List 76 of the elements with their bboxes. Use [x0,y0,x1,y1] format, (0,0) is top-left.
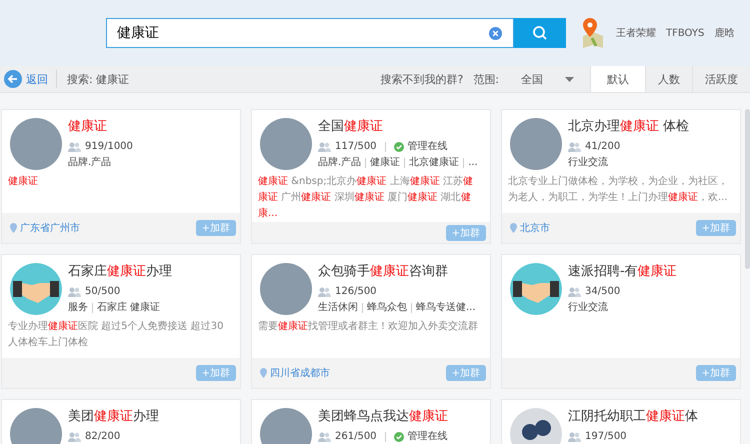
admin-online-label: 管理在线 [408,430,448,444]
group-description: 专业办理健康证医院 超过5个人免费接送 超过30人体检车上门体检 [7,320,224,350]
member-count: 50/500 [85,285,120,299]
members-icon [568,432,581,442]
group-tag: 行业交流 [568,300,608,316]
member-count: 34/500 [585,285,620,299]
member-count: 117/500 [335,140,377,154]
group-title[interactable]: 北京办理健康证 体检 [568,118,690,136]
group-tag: 蜂鸟众包 [367,300,407,316]
admin-online-label: 管理在线 [408,140,448,154]
location-pin-icon [10,223,17,233]
clear-icon[interactable] [489,27,502,40]
group-tag: 北京健康证 [409,155,460,171]
group-description: 北京专业上门做体检，为学校，为企业，为社区，为老人，为职工，为学生！上门办理健康证，欢... [507,174,729,205]
location-pin-icon [510,223,517,233]
hot-search-link[interactable]: 鹿晗 [714,26,734,40]
group-title[interactable]: 健康证 [68,118,133,136]
sort-tab[interactable]: 人数 [645,66,692,92]
handshake-icon [510,263,562,315]
scope-label: 范围: [473,72,499,86]
group-tag: 行业交流 [568,155,608,171]
group-tag: 健康证 [370,155,400,171]
group-tag: ... [468,155,478,171]
sort-tab[interactable]: 活跃度 [692,66,750,92]
member-count: 41/200 [585,140,620,154]
search-query-label: 搜索: 健康证 [67,72,130,86]
group-title[interactable]: 众包骑手健康证咨询群 [318,263,476,281]
map-pin-icon[interactable] [580,16,606,50]
search-button[interactable] [514,18,566,48]
location-pin-icon [260,368,267,378]
member-count: 82/200 [85,430,120,444]
members-icon [68,432,81,442]
avatar-photo-placeholder [260,263,312,315]
hot-search-link[interactable]: TFBOYS [666,28,704,38]
location-link[interactable]: 北京市 [510,221,550,235]
members-icon [568,142,581,152]
group-tag: 品牌.产品 [318,155,362,171]
sort-tab[interactable]: 默认 [590,66,645,92]
members-icon [318,142,331,152]
hot-search-link[interactable]: 王者荣耀 [616,26,656,40]
group-title[interactable]: 石家庄健康证办理 [68,263,172,281]
avatar-photo-placeholder [510,118,562,170]
scrollbar[interactable] [745,109,750,269]
group-tag: 蜂鸟专送健... [416,300,476,316]
group-title[interactable]: 全国健康证 [318,118,478,136]
help-link[interactable]: 搜索不到我的群? [380,72,464,86]
member-count: 197/500 [585,430,627,444]
group-title[interactable]: 美团蜂鸟点我达健康证 [318,408,448,426]
search-field[interactable]: 健康证 [106,18,514,48]
caret-icon [565,76,574,82]
member-count: 126/500 [335,285,377,299]
location-link[interactable]: 广东省广州市 [10,221,80,235]
members-icon [568,287,581,297]
avatar-photo-placeholder [10,118,62,170]
group-tag: 服务 [68,300,88,316]
handshake-icon [10,263,62,315]
group-title[interactable]: 速派招聘-有健康证 [568,263,677,281]
members-icon [68,142,81,152]
members-icon [318,287,331,297]
members-icon [318,432,331,442]
group-title[interactable]: 江阴托幼职工健康证体 [568,408,698,426]
group-tag: 品牌.产品 [68,155,112,171]
avatar-photo-placeholder [260,118,312,170]
member-count: 261/500 [335,430,377,444]
members-icon [68,287,81,297]
group-tag: 生活休闲 [318,300,358,316]
member-count: 919/1000 [85,140,133,154]
group-tag: 石家庄 健康证 [97,300,160,316]
scope-dropdown[interactable]: 全国 [509,72,590,86]
group-description: 健康证 &nbsp;北京办健康证 上海健康证 江苏健康证 广州健康证 深圳健康证 厦门健康证 湖北健康... [257,174,474,221]
group-description: 需要健康证找管理或者群主！欢迎加入外卖交流群 [257,320,479,334]
back-link[interactable]: 返回 [0,70,56,88]
search-icon [532,25,548,41]
group-description: 健康证 [7,174,39,189]
location-link[interactable]: 四川省成都市 [260,366,330,380]
group-title[interactable]: 美团健康证办理 [68,408,159,426]
